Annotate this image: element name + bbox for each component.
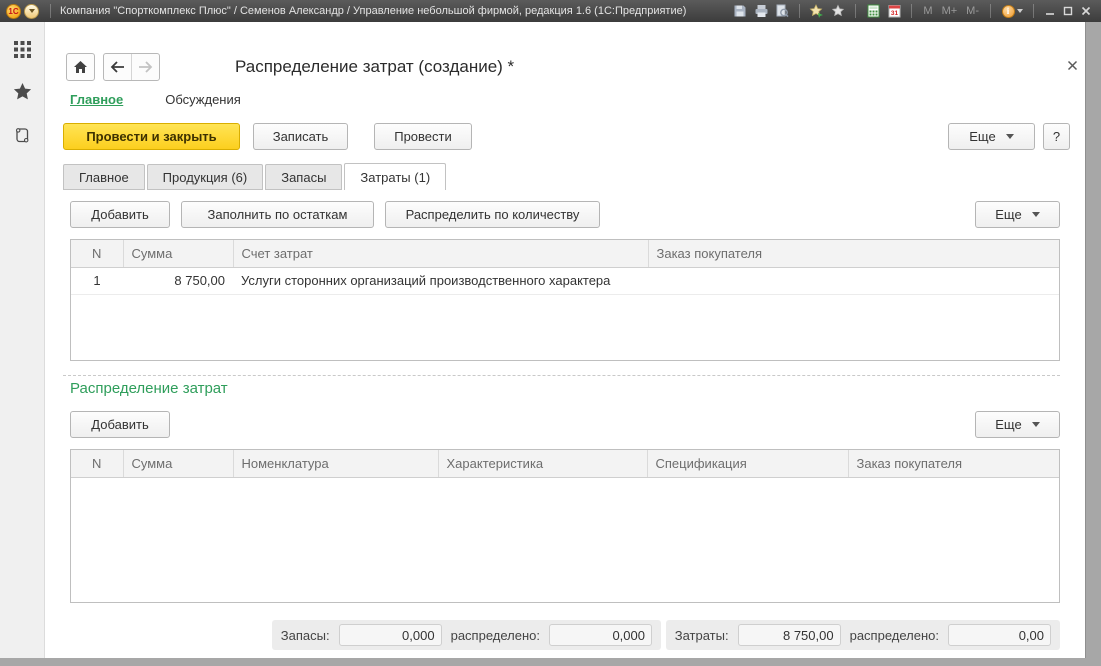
costs-label: Затраты: xyxy=(674,627,729,643)
stocks-distributed-label: распределено: xyxy=(450,627,540,643)
table-row: 1 8 750,00 Услуги сторонних организаций … xyxy=(71,267,1059,295)
tabstrip: Главное Продукция (6) Запасы Затраты (1) xyxy=(63,163,448,190)
dist-col-sum: Сумма xyxy=(123,450,234,478)
chevron-down-icon xyxy=(1031,422,1040,427)
favorites-icon[interactable] xyxy=(829,3,847,19)
add-favorite-icon[interactable] xyxy=(808,3,826,19)
stocks-totals-panel: Запасы: 0,000 распределено: 0,000 xyxy=(271,620,661,650)
cell-account[interactable]: Услуги сторонних организаций производств… xyxy=(233,267,648,295)
tab-glavnoe[interactable]: Главное xyxy=(63,164,145,190)
costs-more-button[interactable]: Еще xyxy=(975,201,1060,228)
titlebar: 1С Компания "Спорткомплекс Плюс" / Семен… xyxy=(0,0,1101,22)
dist-col-nomenclature: Номенклатура xyxy=(233,450,439,478)
dist-col-specification: Спецификация xyxy=(647,450,849,478)
costs-col-account: Счет затрат xyxy=(233,240,649,268)
distribution-table: N Сумма Номенклатура Характеристика Спец… xyxy=(70,449,1060,603)
dist-col-characteristic: Характеристика xyxy=(438,450,648,478)
cell-order[interactable] xyxy=(648,267,1059,295)
info-icon[interactable]: i xyxy=(999,3,1025,19)
cell-n[interactable]: 1 xyxy=(71,267,123,295)
page-title: Распределение затрат (создание) * xyxy=(235,57,515,76)
help-button[interactable]: ? xyxy=(1043,123,1070,150)
write-button[interactable]: Записать xyxy=(253,123,348,150)
home-icon xyxy=(74,61,87,73)
window-frame-bottom xyxy=(0,658,1101,666)
history-scroll-icon[interactable] xyxy=(11,124,33,146)
calculator-icon[interactable] xyxy=(864,3,882,19)
chevron-down-icon xyxy=(1031,212,1040,217)
fill-by-balance-button[interactable]: Заполнить по остаткам xyxy=(181,201,374,228)
memory-mminus-button[interactable]: M- xyxy=(963,5,982,17)
forward-button[interactable] xyxy=(131,54,159,80)
stocks-label: Запасы: xyxy=(280,627,330,643)
forward-arrow-icon xyxy=(139,61,153,73)
chevron-down-icon xyxy=(1005,134,1014,139)
tab-zapasy[interactable]: Запасы xyxy=(265,164,343,190)
save-icon[interactable] xyxy=(731,3,749,19)
costs-col-n: N xyxy=(71,240,124,268)
costs-table: N Сумма Счет затрат Заказ покупателя 1 8… xyxy=(70,239,1060,361)
close-form-icon[interactable] xyxy=(1063,56,1081,74)
close-window-button[interactable] xyxy=(1081,6,1091,16)
stocks-total-field: 0,000 xyxy=(338,624,442,646)
distribution-add-button[interactable]: Добавить xyxy=(70,411,170,438)
costs-total-field: 8 750,00 xyxy=(737,624,841,646)
post-and-close-button[interactable]: Провести и закрыть xyxy=(63,123,240,150)
form-area: Распределение затрат (создание) * Главно… xyxy=(45,22,1085,658)
cell-sum[interactable]: 8 750,00 xyxy=(123,267,233,295)
costs-distributed-field: 0,00 xyxy=(948,624,1051,646)
nav-link-main[interactable]: Главное xyxy=(70,92,123,107)
history-nav-group xyxy=(103,53,160,81)
favorites-star-icon[interactable] xyxy=(11,81,33,103)
dist-col-n: N xyxy=(71,450,124,478)
costs-distributed-label: распределено: xyxy=(849,627,939,643)
tab-zatraty[interactable]: Затраты (1) xyxy=(344,163,447,190)
calendar-icon[interactable]: 31 xyxy=(885,3,903,19)
1c-logo-icon: 1С xyxy=(6,3,21,19)
more-button-form[interactable]: Еще xyxy=(948,123,1035,150)
window-frame-right xyxy=(1085,22,1101,666)
distribution-heading: Распределение затрат xyxy=(70,380,228,397)
menu-grid-icon[interactable] xyxy=(11,38,33,60)
maximize-button[interactable] xyxy=(1063,6,1073,16)
minimize-button[interactable] xyxy=(1045,6,1055,16)
info-caret-icon xyxy=(1016,9,1023,13)
home-button[interactable] xyxy=(66,53,95,81)
memory-m-button[interactable]: M xyxy=(920,5,935,17)
nav-link-discussions[interactable]: Обсуждения xyxy=(165,92,241,107)
stocks-distributed-field: 0,000 xyxy=(549,624,652,646)
dist-col-order: Заказ покупателя xyxy=(848,450,1059,478)
costs-col-sum: Сумма xyxy=(123,240,234,268)
print-preview-icon[interactable] xyxy=(773,3,791,19)
system-menu-dropdown-icon[interactable] xyxy=(24,3,39,19)
memory-mplus-button[interactable]: M+ xyxy=(939,5,961,17)
titlebar-separator xyxy=(50,4,51,18)
svg-text:31: 31 xyxy=(891,10,899,17)
function-panel-sidebar xyxy=(0,22,45,658)
section-separator xyxy=(63,375,1060,376)
costs-col-order: Заказ покупателя xyxy=(648,240,1059,268)
back-arrow-icon xyxy=(110,61,124,73)
post-button[interactable]: Провести xyxy=(374,123,472,150)
back-button[interactable] xyxy=(104,54,131,80)
costs-add-button[interactable]: Добавить xyxy=(70,201,170,228)
distribution-more-button[interactable]: Еще xyxy=(975,411,1060,438)
print-icon[interactable] xyxy=(752,3,770,19)
costs-totals-panel: Затраты: 8 750,00 распределено: 0,00 xyxy=(665,620,1060,650)
window-title: Компания "Спорткомплекс Плюс" / Семенов … xyxy=(60,5,687,17)
distribute-by-qty-button[interactable]: Распределить по количеству xyxy=(385,201,600,228)
tab-produkcia[interactable]: Продукция (6) xyxy=(146,164,264,190)
app-window: 1С Компания "Спорткомплекс Плюс" / Семен… xyxy=(0,0,1101,666)
